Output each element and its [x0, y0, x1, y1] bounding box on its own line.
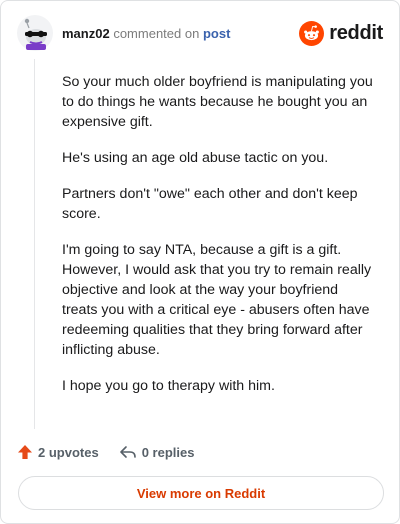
comment-meta: manz02 commented on post — [62, 26, 230, 41]
avatar[interactable] — [17, 15, 53, 51]
brand-wordmark: reddit — [329, 22, 383, 44]
reddit-brand[interactable]: reddit — [299, 21, 383, 46]
comment-paragraph: I hope you go to therapy with him. — [62, 378, 275, 394]
comment-embed-card: manz02 commented on post reddit So your … — [0, 0, 400, 524]
comment-paragraph: So your much older boyfriend is manipula… — [62, 74, 373, 130]
reply-arrow-icon — [119, 446, 136, 458]
reddit-logo-icon — [299, 21, 325, 46]
comment-paragraph: He's using an age old abuse tactic on yo… — [62, 150, 329, 166]
view-more-button[interactable]: View more on Reddit — [18, 476, 384, 510]
comment-paragraph: I'm going to say NTA, because a gift is … — [62, 242, 372, 358]
view-more-label: View more on Reddit — [136, 485, 266, 501]
comment-paragraph: Partners don't "owe" each other and don'… — [62, 186, 358, 222]
upvote-arrow-icon — [18, 445, 32, 459]
reply-button[interactable]: 0 replies — [119, 444, 195, 460]
post-link[interactable]: post — [203, 26, 230, 41]
comment-header: manz02 commented on post reddit — [17, 15, 383, 55]
username[interactable]: manz02 — [62, 26, 110, 41]
thread-line — [34, 59, 35, 429]
comment-actions: 2 upvotes 0 replies — [17, 442, 194, 462]
reply-count: 0 replies — [141, 444, 195, 460]
action-text: commented on — [113, 26, 200, 41]
comment-body: So your much older boyfriend is manipula… — [62, 72, 374, 412]
avatar-icon — [17, 15, 53, 51]
upvote-count: 2 upvotes — [38, 444, 99, 460]
upvote-button[interactable]: 2 upvotes — [17, 444, 99, 460]
